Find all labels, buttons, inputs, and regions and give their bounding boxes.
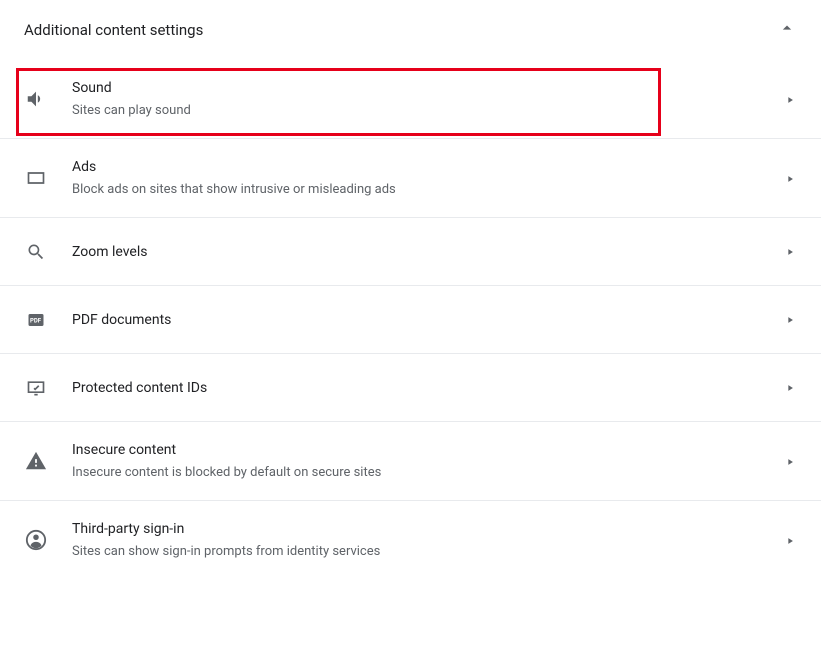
- row-label: Zoom levels: [72, 242, 785, 262]
- section-header[interactable]: Additional content settings: [0, 0, 821, 60]
- row-texts: Third-party sign-in Sites can show sign-…: [72, 519, 785, 561]
- row-texts: Ads Block ads on sites that show intrusi…: [72, 157, 785, 199]
- row-label: Sound: [72, 78, 785, 98]
- row-label: PDF documents: [72, 310, 785, 330]
- zoom-icon: [24, 240, 48, 264]
- row-label: Ads: [72, 157, 785, 177]
- row-texts: Zoom levels: [72, 242, 785, 262]
- row-zoom[interactable]: Zoom levels: [0, 218, 821, 286]
- arrow-right-icon: [785, 242, 797, 261]
- arrow-right-icon: [785, 90, 797, 109]
- row-sub: Insecure content is blocked by default o…: [72, 464, 785, 482]
- row-sound[interactable]: Sound Sites can play sound: [0, 60, 821, 139]
- section-title: Additional content settings: [24, 21, 203, 39]
- row-label: Third-party sign-in: [72, 519, 785, 539]
- row-texts: Insecure content Insecure content is blo…: [72, 440, 785, 482]
- arrow-right-icon: [785, 310, 797, 329]
- row-ads[interactable]: Ads Block ads on sites that show intrusi…: [0, 139, 821, 218]
- insecure-icon: [24, 449, 48, 473]
- row-pdf[interactable]: PDF PDF documents: [0, 286, 821, 354]
- row-sub: Sites can show sign-in prompts from iden…: [72, 543, 785, 561]
- row-label: Protected content IDs: [72, 378, 785, 398]
- ads-icon: [24, 166, 48, 190]
- protected-icon: [24, 376, 48, 400]
- sound-icon: [24, 87, 48, 111]
- arrow-right-icon: [785, 378, 797, 397]
- signin-icon: [24, 528, 48, 552]
- pdf-icon: PDF: [24, 308, 48, 332]
- svg-text:PDF: PDF: [30, 317, 42, 324]
- arrow-right-icon: [785, 169, 797, 188]
- row-protected[interactable]: Protected content IDs: [0, 354, 821, 422]
- row-sub: Sites can play sound: [72, 102, 785, 120]
- row-texts: Protected content IDs: [72, 378, 785, 398]
- row-signin[interactable]: Third-party sign-in Sites can show sign-…: [0, 501, 821, 579]
- row-sub: Block ads on sites that show intrusive o…: [72, 181, 785, 199]
- row-texts: Sound Sites can play sound: [72, 78, 785, 120]
- arrow-right-icon: [785, 531, 797, 550]
- arrow-right-icon: [785, 452, 797, 471]
- row-label: Insecure content: [72, 440, 785, 460]
- row-insecure[interactable]: Insecure content Insecure content is blo…: [0, 422, 821, 501]
- row-texts: PDF documents: [72, 310, 785, 330]
- chevron-up-icon: [777, 18, 797, 42]
- settings-list: Sound Sites can play sound Ads Block ads…: [0, 60, 821, 579]
